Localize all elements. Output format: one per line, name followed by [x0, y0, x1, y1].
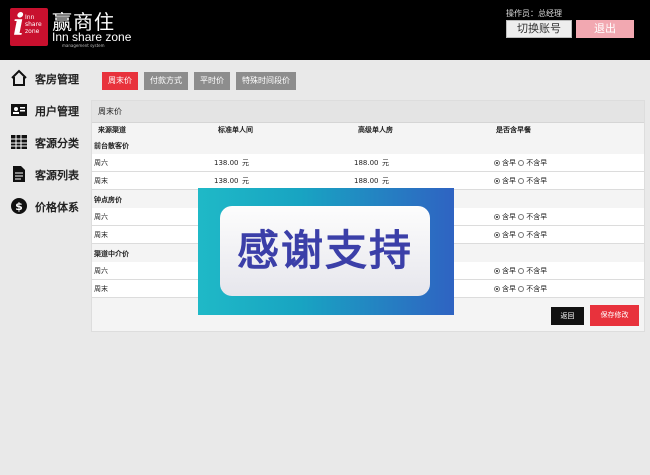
- row-day: 周六: [94, 159, 108, 167]
- tab-special-period-price[interactable]: 特殊时间段价: [236, 72, 296, 90]
- sidebar-item-price-system[interactable]: $ 价格体系: [10, 196, 88, 216]
- breakfast-options: 含早 不含早: [494, 172, 547, 190]
- row-day: 周六: [94, 267, 108, 275]
- logo-subtitle: management system: [62, 43, 105, 48]
- superior-price[interactable]: 188.00: [354, 154, 379, 172]
- column-header-channel: 来源渠道: [98, 125, 126, 134]
- breakfast-yes-radio[interactable]: [494, 268, 500, 274]
- overlay-card: 感谢支持: [220, 206, 430, 296]
- top-bar: i Inn share zone 赢商住 Inn share zone mana…: [0, 0, 650, 60]
- breakfast-yes-radio[interactable]: [494, 232, 500, 238]
- document-icon: [13, 166, 25, 182]
- column-header-standard-single: 标准单人间: [218, 125, 253, 134]
- sidebar-item-source-category[interactable]: 客源分类: [10, 132, 88, 152]
- breakfast-yes-radio[interactable]: [494, 160, 500, 166]
- tab-payment-method[interactable]: 付款方式: [144, 72, 188, 90]
- unit: 元: [382, 159, 389, 167]
- tab-weekend-price[interactable]: 周末价: [102, 72, 138, 90]
- unit: 元: [242, 159, 249, 167]
- breakfast-no-radio[interactable]: [518, 178, 525, 184]
- svg-text:$: $: [15, 200, 23, 213]
- logo: i Inn share zone: [10, 8, 48, 46]
- save-changes-button[interactable]: 保存修改: [590, 305, 639, 326]
- dollar-icon: $: [11, 198, 27, 214]
- column-header-superior-single: 高级单人房: [358, 125, 393, 134]
- sidebar-item-label: 客源分类: [35, 137, 79, 150]
- sidebar-item-room-management[interactable]: 客房管理: [10, 68, 88, 88]
- breakfast-yes-radio[interactable]: [494, 214, 500, 220]
- row-day: 周六: [94, 213, 108, 221]
- breakfast-options: 含早 不含早: [494, 280, 547, 298]
- sidebar-item-label: 客房管理: [35, 73, 79, 86]
- sidebar-item-label: 价格体系: [35, 201, 79, 214]
- breakfast-options: 含早 不含早: [494, 154, 547, 172]
- breakfast-no-radio[interactable]: [518, 268, 525, 274]
- tab-weekday-price[interactable]: 平时价: [194, 72, 230, 90]
- breakfast-no-radio[interactable]: [518, 160, 525, 166]
- logout-button[interactable]: 退出: [576, 20, 634, 38]
- back-button[interactable]: 返回: [551, 307, 584, 325]
- breakfast-no-radio[interactable]: [518, 232, 525, 238]
- panel-title: 周末价: [92, 101, 644, 123]
- sidebar-item-label: 客源列表: [35, 169, 79, 182]
- thank-you-overlay: 感谢支持: [198, 188, 454, 315]
- row-day: 周末: [94, 177, 108, 185]
- sidebar-item-label: 用户管理: [35, 105, 79, 118]
- breakfast-yes-radio[interactable]: [494, 178, 500, 184]
- standard-price[interactable]: 138.00: [214, 154, 239, 172]
- breakfast-no-radio[interactable]: [518, 286, 525, 292]
- sidebar-item-user-management[interactable]: 用户管理: [10, 100, 88, 120]
- row-day: 周末: [94, 231, 108, 239]
- logo-small-text: Inn share zone: [25, 14, 42, 35]
- home-icon: [11, 69, 27, 86]
- sidebar: 客房管理 用户管理 客源分类 客源列表 $ 价格体系: [0, 60, 90, 475]
- column-header-breakfast: 是否含早餐: [496, 125, 531, 134]
- breakfast-options: 含早 不含早: [494, 226, 547, 244]
- breakfast-yes-radio[interactable]: [494, 286, 500, 292]
- id-card-icon: [11, 104, 27, 116]
- switch-account-button[interactable]: 切换账号: [506, 20, 572, 38]
- operator-label: 操作员：总经理: [506, 9, 562, 18]
- sidebar-item-source-list[interactable]: 客源列表: [10, 164, 88, 184]
- breakfast-no-radio[interactable]: [518, 214, 525, 220]
- overlay-text: 感谢支持: [236, 226, 413, 275]
- group-label: 前台散客价: [92, 138, 644, 154]
- table-row: 周六 138.00 元 188.00 元 含早 不含早: [92, 154, 644, 172]
- row-day: 周末: [94, 285, 108, 293]
- breakfast-options: 含早 不含早: [494, 262, 547, 280]
- logo-english-name: Inn share zone: [52, 30, 132, 44]
- grid-icon: [11, 135, 27, 149]
- breakfast-options: 含早 不含早: [494, 208, 547, 226]
